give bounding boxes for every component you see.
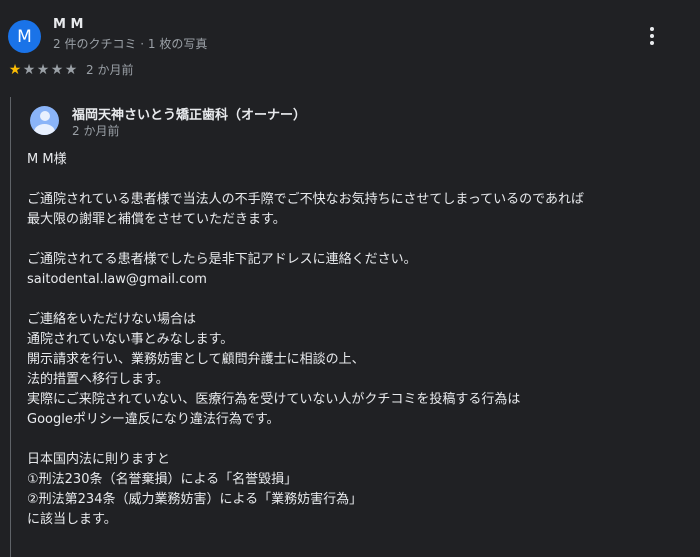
reviewer-name[interactable]: M M bbox=[53, 17, 83, 32]
reviewer-avatar[interactable]: M bbox=[8, 20, 41, 53]
reply-line bbox=[27, 430, 697, 450]
review-rating: ★ ★ ★ ★ ★ 2 か月前 bbox=[8, 61, 134, 78]
reply-line: saitodental.law@gmail.com bbox=[27, 272, 207, 287]
star-icon: ★ bbox=[8, 61, 22, 78]
star-icon: ★ bbox=[36, 61, 50, 78]
review-date: 2 か月前 bbox=[86, 63, 134, 77]
more-options-button[interactable] bbox=[640, 24, 664, 48]
reply-line: M M様 bbox=[27, 152, 67, 167]
owner-reply-date: 2 か月前 bbox=[72, 124, 120, 138]
star-rating: ★ ★ ★ ★ ★ bbox=[8, 62, 78, 78]
reply-line: に該当します。 bbox=[27, 512, 117, 527]
more-vert-icon-dot bbox=[650, 34, 654, 38]
reply-line: Googleポリシー違反になり違法行為です。 bbox=[27, 412, 280, 427]
avatar-letter: M bbox=[17, 26, 32, 47]
reply-line: 開示請求を行い、業務妨害として顧問弁護士に相談の上、 bbox=[27, 352, 365, 367]
reply-line: 通院されていない事とみなします。 bbox=[27, 332, 234, 347]
reply-line: 最大限の謝罪と補償をさせていただきます。 bbox=[27, 212, 286, 227]
reviewer-meta: 2 件のクチコミ · 1 枚の写真 bbox=[53, 37, 208, 51]
owner-reply: 福岡天神さいとう矯正歯科（オーナー） 2 か月前 M M様ご通院されている患者様… bbox=[10, 97, 700, 557]
more-vert-icon bbox=[650, 27, 654, 31]
reply-line bbox=[27, 290, 697, 310]
reply-line bbox=[27, 230, 697, 250]
reply-line bbox=[27, 170, 697, 190]
reply-line: 日本国内法に則りますと bbox=[27, 452, 171, 467]
reply-line: 実際にご来院されていない、医療行為を受けていない人がクチコミを投稿する行為は bbox=[27, 392, 521, 407]
owner-name: 福岡天神さいとう矯正歯科（オーナー） bbox=[72, 108, 307, 123]
reply-line: ご通院されている患者様で当法人の不手際でご不快なお気持ちにさせてしまっているので… bbox=[27, 192, 585, 207]
reply-line: 法的措置へ移行します。 bbox=[27, 372, 169, 387]
star-icon: ★ bbox=[64, 61, 78, 78]
reply-line: ご通院されてる患者様でしたら是非下記アドレスに連絡ください。 bbox=[27, 252, 417, 267]
person-icon bbox=[30, 106, 59, 135]
reply-line: ②刑法第234条（威力業務妨害）による「業務妨害行為」 bbox=[27, 492, 363, 507]
reply-line: ご連絡をいただけない場合は bbox=[27, 312, 197, 327]
star-icon: ★ bbox=[50, 61, 64, 78]
star-icon: ★ bbox=[22, 61, 36, 78]
reply-line: ①刑法230条（名誉棄損）による「名誉毀損」 bbox=[27, 472, 298, 487]
owner-reply-text: M M様ご通院されている患者様で当法人の不手際でご不快なお気持ちにさせてしまって… bbox=[27, 150, 697, 530]
more-vert-icon-dot bbox=[650, 41, 654, 45]
